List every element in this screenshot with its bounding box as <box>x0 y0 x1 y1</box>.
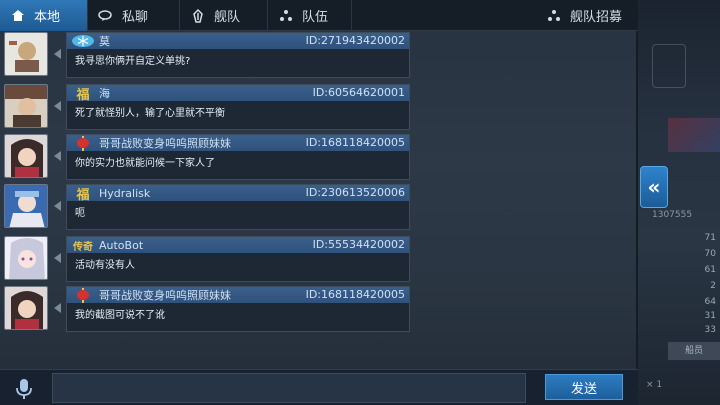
background-number: 1307555 <box>652 210 693 220</box>
chat-message: 哥哥战败变身呜呜照顾妹妹 ID:168118420005 我的截图可说不了讹 <box>0 286 412 332</box>
background-flag <box>668 118 720 152</box>
sender-id: ID:55534420002 <box>312 238 405 251</box>
background-value: 2 <box>710 281 716 291</box>
message-bubble: 莫 ID:271943420002 我寻思你俩开自定义单挑? <box>66 32 410 78</box>
chat-tabs: 本地 私聊 舰队 队伍 舰队招募 <box>0 0 638 31</box>
message-text: 我寻思你俩开自定义单挑? <box>75 56 191 67</box>
avatar[interactable] <box>4 84 48 128</box>
sender-name[interactable]: 海 <box>99 85 110 101</box>
background-value: 71 <box>704 233 716 243</box>
team-dots-icon <box>278 8 294 24</box>
fu-badge-icon: 福 <box>76 187 90 203</box>
chat-message-input[interactable] <box>52 373 526 403</box>
message-header: 哥哥战败变身呜呜照顾妹妹 ID:168118420005 <box>67 287 409 303</box>
double-chevron-left-icon: « <box>647 175 661 199</box>
sender-id: ID:168118420005 <box>305 136 405 149</box>
bubble-pointer <box>54 101 61 111</box>
bubble-pointer <box>54 201 61 211</box>
sender-name[interactable]: AutoBot <box>99 239 143 252</box>
chat-message: 哥哥战败变身呜呜照顾妹妹 ID:168118420005 你的实力也就能问候一下… <box>0 134 412 180</box>
message-header: 传奇 AutoBot ID:55534420002 <box>67 237 409 253</box>
chat-message: 福 海 ID:60564620001 死了就怪别人，输了心里就不平衡 <box>0 84 412 130</box>
sender-name[interactable]: 哥哥战败变身呜呜照顾妹妹 <box>99 135 231 151</box>
background-panel <box>652 44 686 88</box>
chat-message: 莫 ID:271943420002 我寻思你俩开自定义单挑? <box>0 32 412 78</box>
tab-local[interactable]: 本地 <box>0 0 88 31</box>
tab-spacer <box>352 0 532 31</box>
sender-id: ID:60564620001 <box>312 86 405 99</box>
tab-fleet[interactable]: 舰队 <box>180 0 268 31</box>
legend-badge-icon: 传奇 <box>73 241 93 253</box>
sender-id: ID:230613520006 <box>305 186 405 199</box>
tab-private[interactable]: 私聊 <box>88 0 180 31</box>
sender-name[interactable]: 哥哥战败变身呜呜照顾妹妹 <box>99 287 231 303</box>
avatar[interactable] <box>4 236 48 280</box>
multiplier-text: × 1 <box>646 380 663 390</box>
background-value: 61 <box>704 265 716 275</box>
team-dots-icon <box>546 8 562 24</box>
bubble-pointer <box>54 49 61 59</box>
message-header: 莫 ID:271943420002 <box>67 33 409 49</box>
background-value: 31 <box>704 311 716 321</box>
microphone-icon[interactable] <box>12 377 36 401</box>
tab-team-label: 队伍 <box>302 10 329 25</box>
background-value: 64 <box>704 297 716 307</box>
home-icon <box>10 8 26 24</box>
message-bubble: 传奇 AutoBot ID:55534420002 活动有没有人 <box>66 236 410 282</box>
avatar[interactable] <box>4 32 48 76</box>
message-bubble: 福 海 ID:60564620001 死了就怪别人，输了心里就不平衡 <box>66 84 410 130</box>
collapse-chat-button[interactable]: « <box>640 166 668 208</box>
chat-bubbles-icon <box>98 8 114 24</box>
bubble-pointer <box>54 151 61 161</box>
message-header: 福 海 ID:60564620001 <box>67 85 409 103</box>
fleet-emblem-icon <box>190 8 206 24</box>
sender-name[interactable]: Hydralisk <box>99 187 150 200</box>
chat-input-bar <box>0 369 638 405</box>
bubble-pointer <box>54 253 61 263</box>
message-bubble: 哥哥战败变身呜呜照顾妹妹 ID:168118420005 你的实力也就能问候一下… <box>66 134 410 180</box>
background-value: 33 <box>704 325 716 335</box>
sender-id: ID:168118420005 <box>305 288 405 301</box>
avatar[interactable] <box>4 286 48 330</box>
message-header: 福 Hydralisk ID:230613520006 <box>67 185 409 203</box>
tab-local-label: 本地 <box>34 10 61 25</box>
send-button[interactable]: 发送 <box>545 374 623 400</box>
snowflake-badge-icon <box>71 34 95 49</box>
chat-message: 福 Hydralisk ID:230613520006 呃 <box>0 184 412 230</box>
tab-team[interactable]: 队伍 <box>268 0 352 31</box>
fu-badge-icon: 福 <box>76 87 90 103</box>
message-text: 你的实力也就能问候一下家人了 <box>75 158 215 169</box>
message-bubble: 哥哥战败变身呜呜照顾妹妹 ID:168118420005 我的截图可说不了讹 <box>66 286 410 332</box>
tab-recruit-label: 舰队招募 <box>570 10 623 25</box>
message-text: 活动有没有人 <box>75 260 135 271</box>
bubble-pointer <box>54 303 61 313</box>
lantern-badge-icon <box>71 135 95 151</box>
message-text: 我的截图可说不了讹 <box>75 310 165 321</box>
chat-message: 传奇 AutoBot ID:55534420002 活动有没有人 <box>0 236 412 282</box>
crew-button: 船员 <box>668 342 720 360</box>
chat-panel: 本地 私聊 舰队 队伍 舰队招募 莫 ID:271943420002 我寻思你俩… <box>0 0 638 405</box>
avatar[interactable] <box>4 184 48 228</box>
lantern-badge-icon <box>71 287 95 303</box>
message-bubble: 福 Hydralisk ID:230613520006 呃 <box>66 184 410 230</box>
background-value: 70 <box>704 249 716 259</box>
message-text: 死了就怪别人，输了心里就不平衡 <box>75 108 225 119</box>
tab-fleet-recruit[interactable]: 舰队招募 <box>532 0 638 31</box>
tab-private-label: 私聊 <box>122 10 149 25</box>
tab-fleet-label: 舰队 <box>214 10 241 25</box>
sender-name[interactable]: 莫 <box>99 33 110 49</box>
sender-id: ID:271943420002 <box>305 34 405 47</box>
message-text: 呃 <box>75 208 85 219</box>
message-header: 哥哥战败变身呜呜照顾妹妹 ID:168118420005 <box>67 135 409 151</box>
avatar[interactable] <box>4 134 48 178</box>
